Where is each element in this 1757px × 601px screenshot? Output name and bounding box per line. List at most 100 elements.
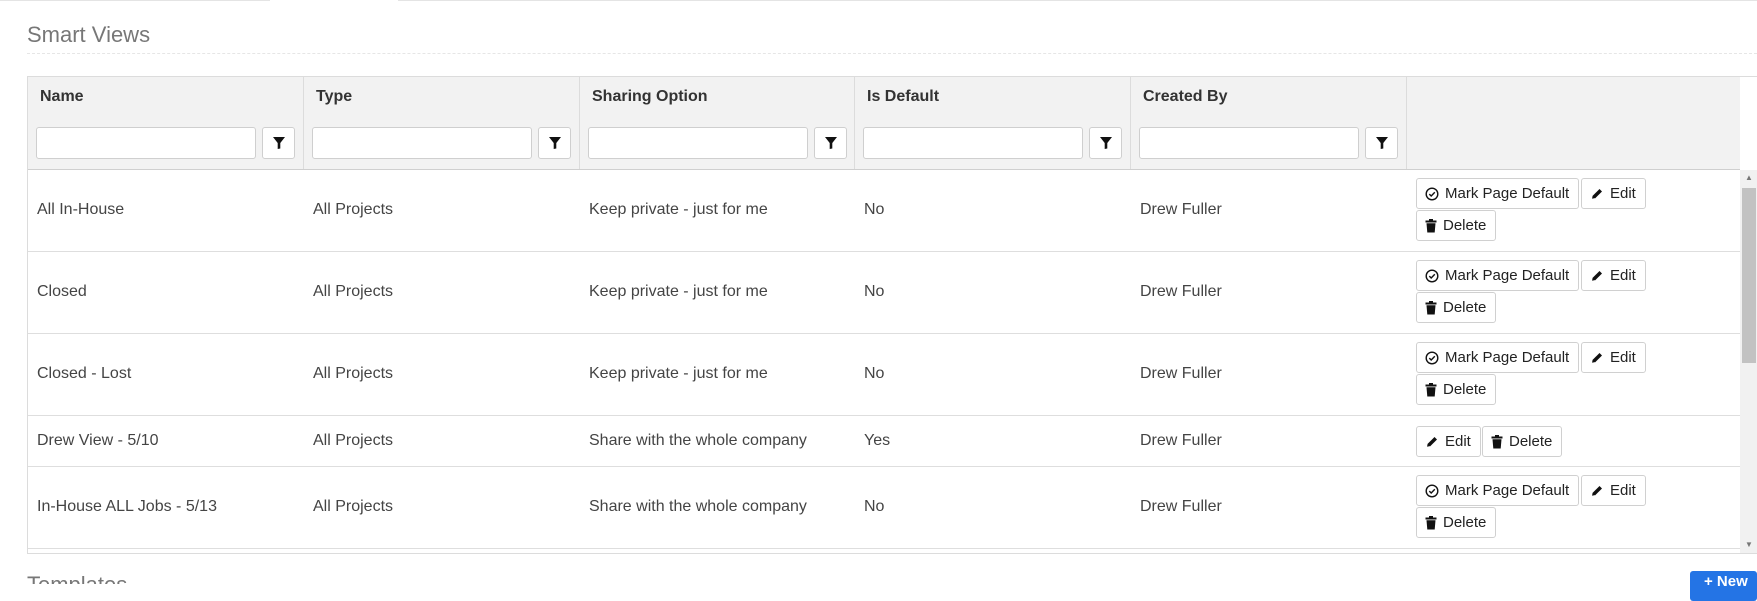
scroll-down-arrow-icon[interactable]: ▼ [1743,539,1755,551]
cell-type: All Projects [313,498,394,515]
trash-icon [1425,515,1443,530]
cell-type: All Projects [313,432,394,449]
column-header-sharing-option: Sharing Option [580,77,855,169]
column-filter-button[interactable] [814,127,847,159]
cell-type: All Projects [313,283,394,300]
delete-button[interactable]: Delete [1416,210,1497,241]
page-title: Smart Views [27,22,151,47]
top-divider [0,0,1757,1]
cell-sharing: Keep private - just for me [589,201,768,218]
edit-label: Edit [1610,185,1636,202]
cell-created-by: Drew Fuller [1140,365,1222,382]
edit-button[interactable]: Edit [1581,342,1646,373]
column-filter-input[interactable] [36,127,256,159]
trash-icon [1425,218,1443,233]
edit-button[interactable]: Edit [1581,178,1646,209]
check-circle-icon [1425,350,1445,365]
mark-page-default-label: Mark Page Default [1445,349,1570,366]
delete-label: Delete [1509,433,1553,450]
mark-page-default-button[interactable]: Mark Page Default [1416,260,1580,291]
grid-header: Name Type Sharing Option Is Default Created … [28,77,1740,170]
cell-created-by: Drew Fuller [1140,498,1222,515]
add-new-button[interactable]: + New [1690,571,1757,601]
edit-label: Edit [1445,433,1471,450]
column-filter-button[interactable] [1365,127,1398,159]
cell-is-default: No [864,365,885,382]
trash-icon [1491,434,1509,449]
cell-is-default: No [864,498,885,515]
column-filter-input[interactable] [1139,127,1359,159]
mark-page-default-label: Mark Page Default [1445,267,1570,284]
column-header-label: Type [316,88,353,105]
pencil-icon [1425,435,1445,449]
scroll-up-arrow-icon[interactable]: ▲ [1743,172,1755,184]
check-circle-icon [1425,268,1445,283]
cell-name: All In-House [37,201,125,218]
column-filter-button[interactable] [262,127,295,159]
column-header-created-by: Created By [1131,77,1407,169]
table-row[interactable]: In-House ALL Jobs - 5/13 All Projects Shar… [28,467,1740,549]
delete-button[interactable]: Delete [1416,292,1497,323]
column-filter-input[interactable] [312,127,532,159]
column-header-type: Type [304,77,580,169]
cell-sharing: Share with the whole company [589,432,807,449]
column-filter-input[interactable] [863,127,1083,159]
edit-label: Edit [1610,267,1636,284]
mark-page-default-button[interactable]: Mark Page Default [1416,178,1580,209]
column-header-label: Sharing Option [592,88,708,105]
column-header-label: Name [40,88,84,105]
column-filter-button[interactable] [538,127,571,159]
cell-type: All Projects [313,365,394,382]
cell-is-default: Yes [864,432,891,449]
delete-label: Delete [1443,381,1487,398]
check-circle-icon [1425,483,1445,498]
templates-section-title: Templates [27,570,127,584]
cell-sharing: Keep private - just for me [589,283,768,300]
pencil-icon [1590,269,1610,283]
delete-button[interactable]: Delete [1482,426,1563,457]
table-row[interactable]: All In-House All Projects Keep private - j… [28,170,1740,252]
cell-created-by: Drew Fuller [1140,432,1222,449]
trash-icon [1425,382,1443,397]
edit-label: Edit [1610,349,1636,366]
scrollbar-thumb[interactable] [1742,188,1756,363]
pencil-icon [1590,351,1610,365]
pencil-icon [1590,187,1610,201]
column-header-label: Created By [1143,88,1228,105]
cell-name: In-House ALL Jobs - 5/13 [37,498,217,515]
edit-label: Edit [1610,482,1636,499]
column-header-actions [1407,77,1740,169]
cell-name: Closed [37,283,87,300]
check-circle-icon [1425,186,1445,201]
column-header-label: Is Default [867,88,940,105]
active-tab-indicator [270,0,398,2]
delete-label: Delete [1443,514,1487,531]
edit-button[interactable]: Edit [1581,475,1646,506]
delete-label: Delete [1443,217,1487,234]
cell-sharing: Keep private - just for me [589,365,768,382]
trash-icon [1425,300,1443,315]
column-filter-button[interactable] [1089,127,1122,159]
delete-button[interactable]: Delete [1416,507,1497,538]
table-row[interactable]: Closed - Lost All Projects Keep private - … [28,334,1740,416]
edit-button[interactable]: Edit [1581,260,1646,291]
cell-is-default: No [864,283,885,300]
table-row[interactable]: Drew View - 5/10 All Projects Share with t… [28,416,1740,467]
cell-created-by: Drew Fuller [1140,283,1222,300]
edit-button[interactable]: Edit [1416,426,1481,457]
mark-page-default-label: Mark Page Default [1445,482,1570,499]
column-filter-input[interactable] [588,127,808,159]
pencil-icon [1590,484,1610,498]
mark-page-default-button[interactable]: Mark Page Default [1416,475,1580,506]
cell-is-default: No [864,201,885,218]
smart-views-grid: Name Type Sharing Option Is Default Created … [27,76,1757,554]
delete-button[interactable]: Delete [1416,374,1497,405]
column-header-name: Name [28,77,304,169]
cell-sharing: Share with the whole company [589,498,807,515]
title-divider [27,53,1757,54]
table-row[interactable]: Closed All Projects Keep private - just fo… [28,252,1740,334]
delete-label: Delete [1443,299,1487,316]
cell-name: Closed - Lost [37,365,132,382]
mark-page-default-button[interactable]: Mark Page Default [1416,342,1580,373]
cell-name: Drew View - 5/10 [37,432,159,449]
